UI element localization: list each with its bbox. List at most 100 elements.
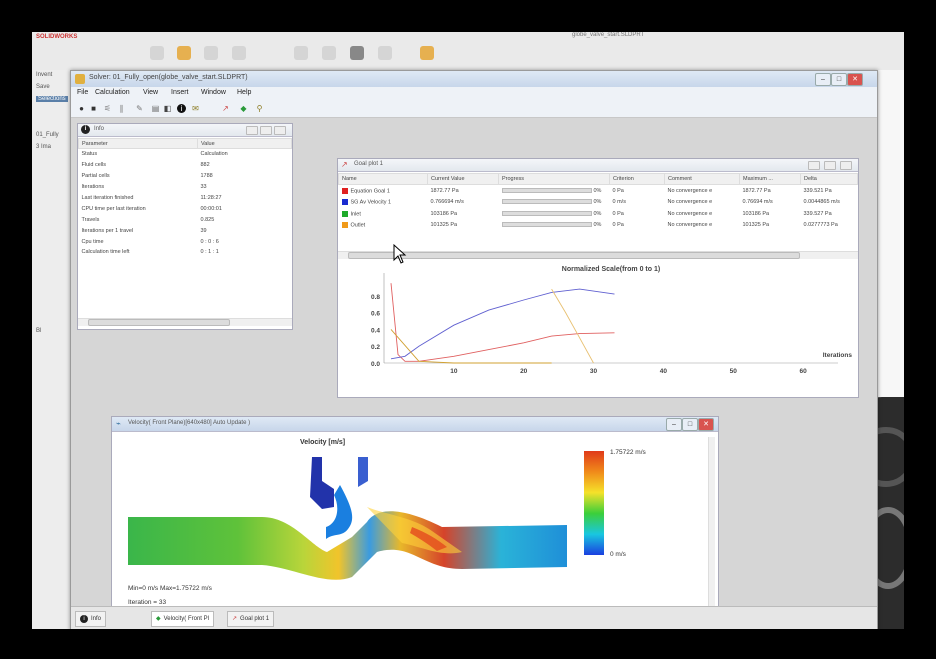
tab-velocity[interactable]: ◆ Velocity( Front Pl — [151, 611, 214, 627]
tree-item[interactable]: 3 Ima — [36, 144, 51, 150]
toolbar-tool-icon[interactable] — [294, 46, 308, 60]
tree-item[interactable]: Invent — [36, 72, 52, 78]
info-icon[interactable]: i — [177, 104, 186, 113]
goal-name: SG Av Velocity 1 — [350, 199, 392, 206]
menu-calculation[interactable]: Calculation — [95, 89, 130, 96]
panel-minimize-button[interactable] — [808, 161, 820, 170]
plot-icon: ↗ — [232, 616, 238, 622]
goal-icon[interactable]: ✉ — [191, 104, 200, 113]
velocity-contour — [128, 457, 567, 580]
criterion-value: 0 Pa — [612, 187, 624, 194]
close-button[interactable]: ✕ — [847, 73, 863, 86]
table-row[interactable]: Equation Goal 1 1872.77 Pa 0% 0 Pa No conver… — [339, 185, 858, 197]
tree-item[interactable]: Save — [36, 84, 50, 90]
table-row[interactable]: Inlet 103186 Pa 0% 0 Pa No convergence e 1031… — [339, 208, 858, 220]
preview-icon[interactable]: ◆ — [239, 104, 248, 113]
monitor-icon[interactable]: ◧ — [163, 104, 172, 113]
table-row[interactable]: Partial cells 1788 — [79, 171, 292, 182]
column-header[interactable]: Current Value — [427, 173, 499, 185]
menu-file[interactable]: File — [77, 89, 88, 96]
minimize-button[interactable]: – — [815, 73, 831, 86]
solver-window: Solver: 01_Fully_open(globe_valve_start.… — [70, 70, 878, 629]
menu-window[interactable]: Window — [201, 89, 226, 96]
table-row[interactable]: Iterations 33 — [79, 182, 292, 193]
panel-maximize-button[interactable] — [260, 126, 272, 135]
tree-item[interactable]: Bl — [36, 328, 41, 334]
column-header[interactable]: Progress — [498, 173, 610, 185]
value-cell: 0 : 0 : 6 — [200, 238, 219, 245]
parameter-cell: Iterations per 1 travel — [81, 227, 134, 234]
table-icon[interactable]: ▤ — [151, 104, 160, 113]
background-toolbar: SOLIDWORKS globe_valve_start.SLDPRT — [32, 32, 904, 71]
record-icon[interactable]: ● — [77, 104, 86, 113]
value-cell: 39 — [200, 227, 207, 234]
menu-insert[interactable]: Insert — [171, 89, 189, 96]
toolbar-tool-icon[interactable] — [378, 46, 392, 60]
panel-close-button[interactable] — [840, 161, 852, 170]
goal-name: Outlet — [350, 222, 366, 229]
pin-icon[interactable]: ✎ — [135, 104, 144, 113]
solver-titlebar[interactable]: Solver: 01_Fully_open(globe_valve_start.… — [71, 71, 877, 87]
table-row[interactable]: Calculation time left 0 : 1 : 1 — [79, 247, 292, 258]
column-header[interactable]: Criterion — [609, 173, 665, 185]
maximize-button[interactable]: □ — [682, 418, 698, 431]
goal-panel-title: Goal plot 1 — [354, 161, 384, 167]
table-row[interactable]: Outlet 101325 Pa 0% 0 Pa No convergence e 101… — [339, 220, 858, 232]
info-scrollbar[interactable] — [78, 318, 292, 326]
column-header[interactable]: Name — [338, 173, 428, 185]
vertical-scrollbar[interactable] — [708, 437, 715, 623]
stop-icon[interactable]: ■ — [89, 104, 98, 113]
minimize-button[interactable]: – — [666, 418, 682, 431]
insert-icon[interactable]: ⚲ — [255, 104, 264, 113]
tab-goal-plot[interactable]: ↗ Goal plot 1 — [227, 611, 275, 627]
toolbar-tool-icon[interactable] — [204, 46, 218, 60]
table-row[interactable]: Travels 0.825 — [79, 214, 292, 225]
table-row[interactable]: Status Calculation — [79, 149, 292, 160]
column-header[interactable]: Comment — [664, 173, 740, 185]
goal-scrollbar[interactable] — [338, 251, 858, 259]
menu-view[interactable]: View — [143, 89, 158, 96]
screen: SOLIDWORKS globe_valve_start.SLDPRT Inve… — [32, 32, 904, 629]
toolbar-tool-icon[interactable] — [350, 46, 364, 60]
toolbar-tool-icon[interactable] — [322, 46, 336, 60]
y-tick-label: 0.6 — [371, 311, 380, 318]
panel-minimize-button[interactable] — [246, 126, 258, 135]
goal-name: Inlet — [350, 210, 361, 217]
goal-panel-header[interactable]: ↗ Goal plot 1 — [338, 159, 858, 172]
panel-close-button[interactable] — [274, 126, 286, 135]
toolbar-tool-icon[interactable] — [177, 46, 191, 60]
toolbar-tool-icon[interactable] — [150, 46, 164, 60]
column-header[interactable]: Value — [197, 138, 292, 149]
tree-item[interactable]: 01_Fully — [36, 132, 59, 138]
tree-item[interactable]: Selections — [36, 96, 68, 102]
plot-icon[interactable]: ↗ — [221, 104, 230, 113]
table-row[interactable]: Last iteration finished 11:28:27 — [79, 193, 292, 204]
pause-icon[interactable]: ∥ — [117, 104, 126, 113]
table-row[interactable]: Fluid cells 882 — [79, 160, 292, 171]
velocity-panel-header[interactable]: ⌁ Velocity( Front Plane)[640x480] Auto U… — [112, 417, 718, 432]
name-cell: Inlet — [339, 208, 428, 220]
info-panel-header[interactable]: i Info — [78, 124, 292, 137]
column-header[interactable]: Parameter — [78, 138, 198, 149]
run-icon[interactable]: ⚟ — [103, 104, 112, 113]
column-header[interactable]: Delta — [800, 173, 858, 185]
table-row[interactable]: CPU time per last iteration 00:00:01 — [79, 203, 292, 214]
scroll-thumb[interactable] — [348, 252, 800, 259]
close-button[interactable]: ✕ — [698, 418, 714, 431]
menu-help[interactable]: Help — [237, 89, 251, 96]
table-row[interactable]: Cpu time 0 : 0 : 6 — [79, 236, 292, 247]
panel-maximize-button[interactable] — [824, 161, 836, 170]
toolbar-tool-icon[interactable] — [232, 46, 246, 60]
maximize-button[interactable]: □ — [831, 73, 847, 86]
parameter-cell: Partial cells — [81, 173, 110, 180]
tab-info[interactable]: i Info — [75, 611, 107, 627]
velocity-icon: ⌁ — [116, 419, 121, 428]
parameter-cell: Status — [81, 151, 98, 158]
column-header[interactable]: Maximum ... — [739, 173, 801, 185]
toolbar-tool-icon[interactable] — [420, 46, 434, 60]
table-row[interactable]: Iterations per 1 travel 39 — [79, 225, 292, 236]
scroll-thumb[interactable] — [88, 319, 230, 326]
background-title: globe_valve_start.SLDPRT — [572, 32, 645, 38]
series-swatch — [341, 187, 348, 194]
table-row[interactable]: SG Av Velocity 1 0.766694 m/s 0% 0 m/s No co… — [339, 197, 858, 209]
